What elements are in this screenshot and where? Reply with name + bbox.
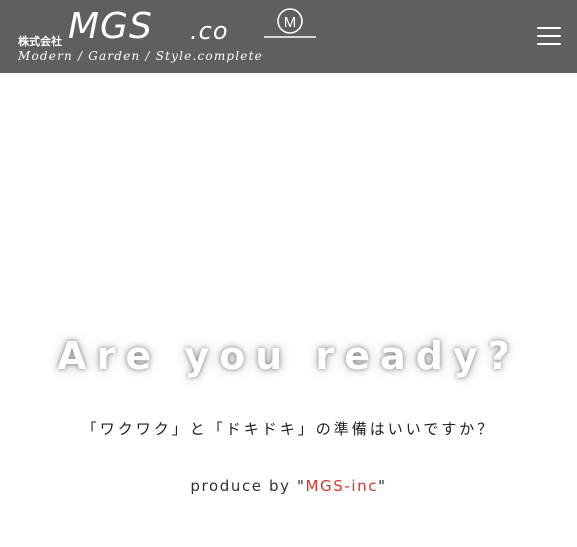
produce-prefix: produce by " (190, 477, 306, 495)
produce-credit: produce by "MGS-inc" (0, 477, 577, 495)
logo-suffix: .co (190, 17, 229, 45)
hamburger-menu-icon[interactable] (533, 22, 563, 52)
site-header: 株式会社 MGS .co M Modern / Garden / Style.c… (0, 0, 577, 73)
produce-suffix: " (378, 477, 387, 495)
logo-company-name: 株式会社 (18, 35, 62, 48)
hero-headline: Are you ready? (57, 334, 520, 378)
produce-brand-link[interactable]: MGS-inc (305, 477, 378, 495)
menu-bar-middle (537, 35, 561, 37)
logo-emblem-letter: M (284, 14, 297, 31)
menu-bar-top (537, 27, 561, 29)
hero-subcopy: 「ワクワク」と「ドキドキ」の準備はいいですか？ (81, 420, 496, 438)
logo-tagline: Modern / Garden / Style.complete (18, 49, 263, 63)
logo-emblem-icon: M (264, 8, 316, 38)
logo-wordmark: MGS (68, 6, 153, 47)
site-logo[interactable]: 株式会社 MGS .co M Modern / Garden / Style.c… (18, 5, 318, 69)
menu-bar-bottom (537, 43, 561, 45)
